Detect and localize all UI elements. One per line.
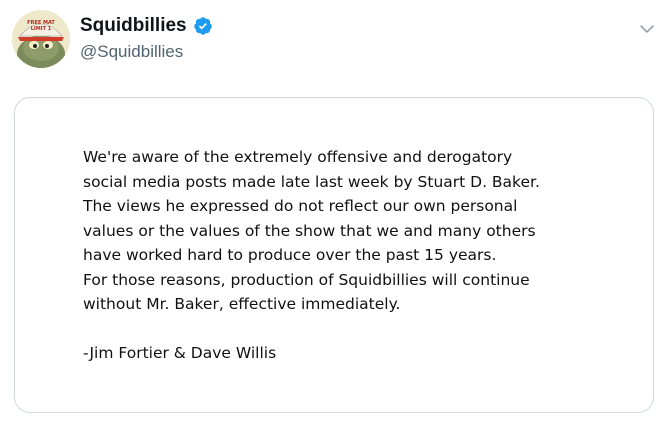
statement-text: We're aware of the extremely offensive a… — [83, 145, 603, 365]
statement-line: have worked hard to produce over the pas… — [83, 246, 497, 264]
statement-image[interactable]: We're aware of the extremely offensive a… — [14, 97, 654, 413]
statement-line: without Mr. Baker, effective immediately… — [83, 295, 401, 313]
statement-line: social media posts made late last week b… — [83, 172, 540, 191]
verified-badge-icon — [193, 17, 212, 35]
statement-signature: -Jim Fortier & Dave Willis — [83, 343, 277, 362]
display-name[interactable]: Squidbillies — [80, 14, 187, 38]
handle[interactable]: @Squidbillies — [80, 41, 213, 63]
statement-line: For those reasons, production of Squidbi… — [83, 270, 530, 289]
avatar[interactable]: FREE MAT LIMIT 1 — [12, 10, 70, 68]
avatar-cap-text-2: LIMIT 1 — [31, 26, 52, 32]
author-info: Squidbillies @Squidbillies — [80, 14, 213, 63]
tweet: FREE MAT LIMIT 1 Squidbillies @Squidbill… — [0, 0, 670, 431]
statement-line: We're aware of the extremely offensive a… — [83, 148, 513, 166]
avatar-image: FREE MAT LIMIT 1 — [12, 10, 70, 68]
chevron-down-icon[interactable] — [638, 20, 656, 38]
statement-line: values or the values of the show that we… — [83, 221, 536, 240]
statement-line: The views he expressed do not reflect ou… — [83, 197, 518, 215]
display-name-row: Squidbillies — [80, 14, 213, 38]
